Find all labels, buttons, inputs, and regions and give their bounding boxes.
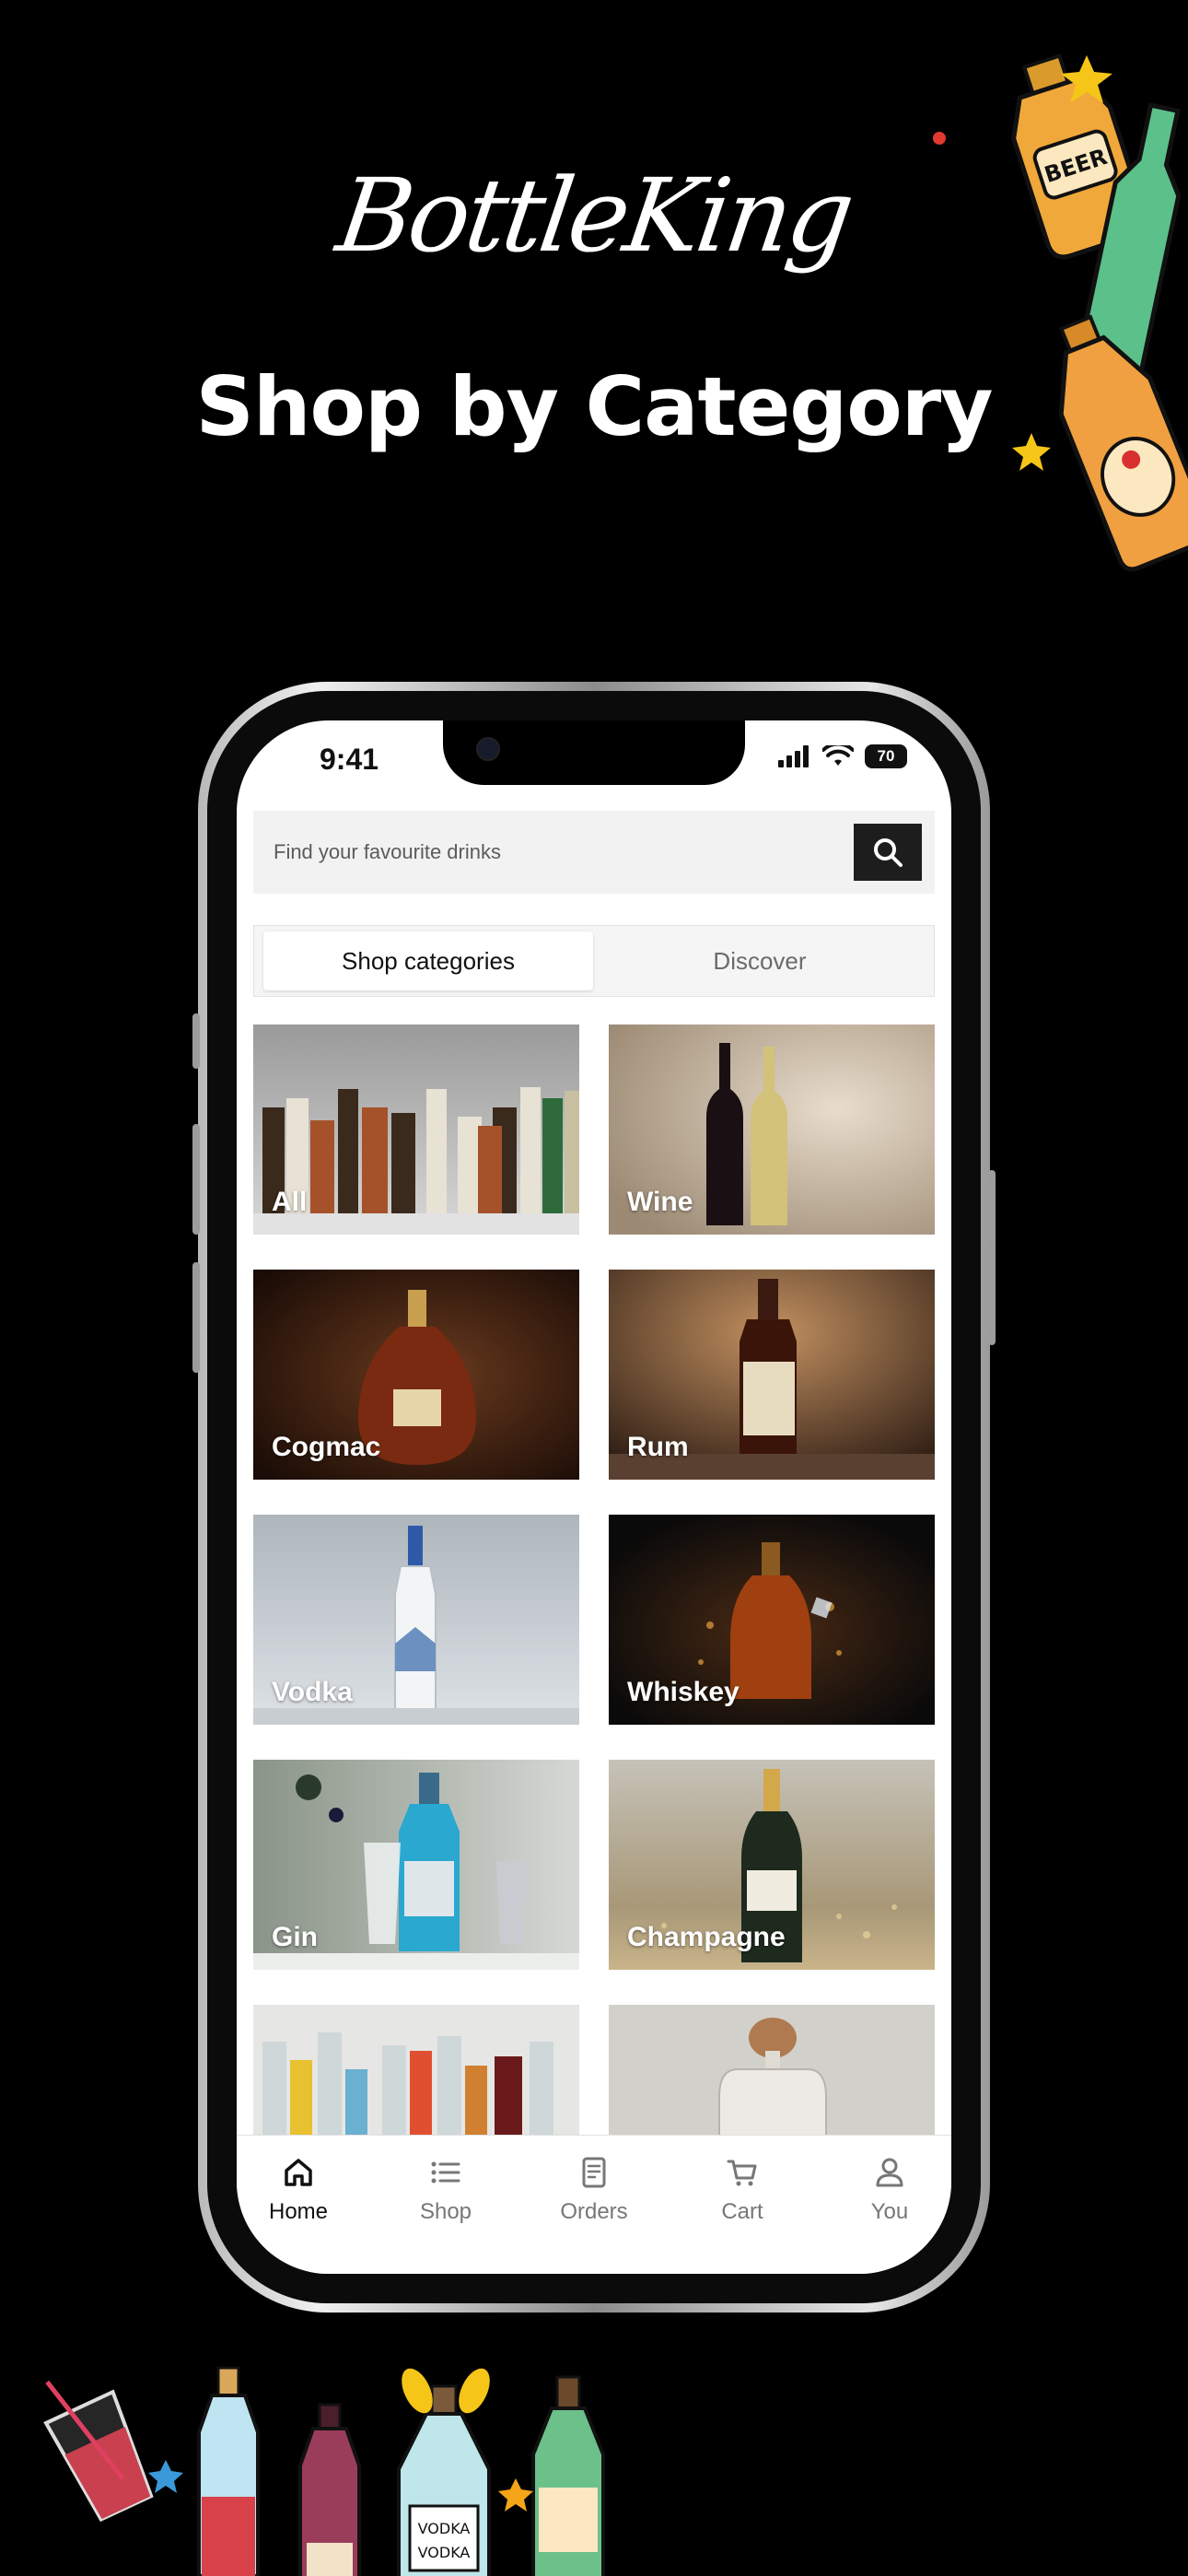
list-icon (431, 2161, 460, 2184)
category-card-wine[interactable]: Wine (609, 1025, 935, 1235)
volume-up-button (192, 1124, 200, 1235)
category-card-vodka[interactable]: Vodka (253, 1515, 579, 1725)
phone-frame: 9:41 70 Find your favourite drinks Shop … (192, 682, 996, 2313)
category-card-gin[interactable]: Gin (253, 1760, 579, 1970)
user-icon (876, 2158, 903, 2187)
category-label-champagne: Champagne (627, 1922, 786, 1952)
camera-icon (476, 737, 500, 761)
vodka-label-top: VODKA (418, 2520, 471, 2537)
nav-cart[interactable]: Cart (682, 2156, 802, 2225)
search-icon (874, 838, 903, 867)
signal-icon (778, 745, 809, 767)
nav-shop[interactable]: Shop (386, 2156, 506, 2225)
category-label-gin: Gin (272, 1922, 318, 1952)
nav-orders-label: Orders (560, 2199, 628, 2224)
category-label-cognac: Cogmac (272, 1432, 381, 1462)
category-card-all[interactable]: All (253, 1025, 579, 1235)
category-card-champagne[interactable]: Champagne (609, 1760, 935, 1970)
category-label-all: All (272, 1187, 308, 1217)
vodka-label-bottom: VODKA (418, 2544, 471, 2561)
category-label-vodka: Vodka (272, 1677, 353, 1707)
search-input[interactable]: Find your favourite drinks (274, 840, 854, 864)
power-button (988, 1170, 996, 1345)
nav-orders[interactable]: Orders (534, 2156, 654, 2225)
tab-shop-categories[interactable]: Shop categories (263, 931, 593, 990)
wifi-icon (822, 745, 854, 766)
nav-you-label: You (870, 2199, 909, 2224)
search-bar[interactable]: Find your favourite drinks (253, 811, 935, 894)
category-label-wine: Wine (627, 1187, 693, 1217)
category-label-whiskey: Whiskey (627, 1677, 740, 1707)
category-card-whiskey[interactable]: Whiskey (609, 1515, 935, 1725)
tab-discover[interactable]: Discover (595, 931, 925, 990)
decorative-bottles-bottom: VODKA VODKA (43, 2366, 605, 2576)
nav-home[interactable]: Home (239, 2156, 358, 2225)
category-tabs: Shop categories Discover (253, 925, 935, 997)
status-icons: 70 (778, 744, 907, 768)
category-label-rum: Rum (627, 1432, 689, 1462)
mute-switch (192, 1013, 200, 1069)
volume-down-button (192, 1262, 200, 1373)
battery-indicator: 70 (865, 744, 907, 768)
search-button[interactable] (854, 824, 922, 881)
app-screen: 9:41 70 Find your favourite drinks Shop … (237, 720, 951, 2274)
decorative-bottles-top: BEER (933, 53, 1188, 572)
status-time: 9:41 (320, 743, 379, 776)
nav-shop-label: Shop (419, 2199, 472, 2224)
cart-icon (727, 2160, 757, 2186)
category-card-cognac[interactable]: Cogmac (253, 1270, 579, 1480)
dynamic-island (443, 720, 745, 785)
nav-you[interactable]: You (830, 2156, 949, 2225)
nav-home-label: Home (268, 2199, 329, 2224)
nav-cart-label: Cart (721, 2199, 763, 2224)
home-icon (285, 2159, 312, 2186)
receipt-icon (582, 2157, 606, 2188)
category-card-rum[interactable]: Rum (609, 1270, 935, 1480)
bottom-nav: Home Shop Orders Cart You (237, 2135, 951, 2274)
